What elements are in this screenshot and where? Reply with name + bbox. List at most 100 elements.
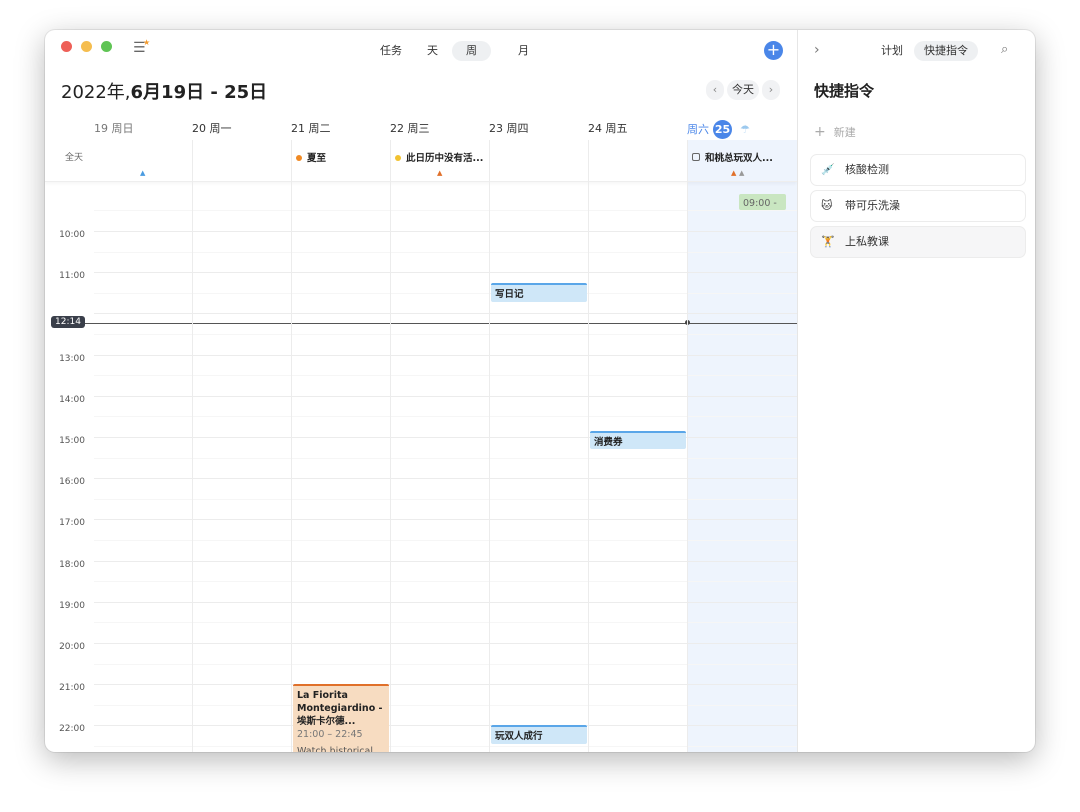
tab-view-1[interactable]: 天	[417, 41, 448, 61]
event-dot-icon	[395, 155, 401, 161]
hour-label: 20:00	[59, 642, 85, 652]
hour-line	[94, 437, 797, 438]
half-hour-line	[94, 457, 797, 459]
hour-line	[94, 231, 797, 232]
tab-view-3[interactable]: 月	[508, 41, 539, 61]
tab-view-2[interactable]: 周	[452, 41, 491, 61]
allday-divider: ▲ ▲ ▲ ▲	[45, 168, 797, 182]
day-header[interactable]: 23 周四	[489, 120, 529, 136]
date-range-title: 2022年,6月19日 - 25日	[61, 82, 268, 103]
hour-line	[94, 601, 797, 603]
tab-plan[interactable]: 计划	[871, 41, 913, 61]
new-shortcut-button[interactable]: + 新建	[814, 124, 856, 140]
allday-event-title: 和桃总玩双人...	[705, 153, 773, 164]
weightlifter-icon: 🏋	[821, 235, 835, 248]
day-header[interactable]: 周六 25 ☂	[687, 120, 750, 139]
event-title: 玩双人成行	[495, 731, 543, 743]
half-hour-line	[94, 746, 797, 747]
day-header[interactable]: 21 周二	[291, 120, 331, 136]
calendar-event[interactable]: La Fiorita Montegiardino - 埃斯卡尔德... 21:00…	[293, 684, 389, 752]
allday-event-title: 此日历中没有活...	[406, 153, 484, 164]
tab-shortcuts[interactable]: 快捷指令	[914, 41, 978, 61]
day-header[interactable]: 19 周日	[94, 120, 134, 136]
tab-view-0[interactable]: 任务	[370, 41, 412, 61]
event-note: Watch historical	[297, 746, 373, 752]
hour-label: 11:00	[59, 271, 85, 282]
event-time: 21:00 – 22:45	[297, 729, 363, 741]
hour-line	[94, 313, 797, 315]
half-hour-line	[94, 210, 797, 212]
hour-label: 18:00	[59, 559, 85, 570]
calendar-event[interactable]: 写日记	[491, 282, 587, 302]
event-title: 消费券	[594, 436, 623, 448]
allday-event[interactable]: 和桃总玩双人...	[692, 150, 773, 164]
day-label: 19 周日	[94, 122, 134, 135]
day-header[interactable]: 22 周三	[390, 120, 430, 136]
current-time-label: 12:14	[51, 315, 85, 328]
hour-line	[94, 725, 797, 727]
checkbox-icon[interactable]	[692, 153, 700, 161]
calendar-event[interactable]: 消费券	[590, 430, 686, 450]
shortcut-label: 上私教课	[845, 235, 889, 248]
day-header[interactable]: 20 周一	[192, 120, 232, 136]
day-label: 22 周三	[390, 122, 430, 135]
column-divider	[588, 140, 589, 752]
cat-icon: 🐱	[821, 199, 833, 212]
zoom-button[interactable]	[101, 41, 112, 52]
sidebar-menu-icon[interactable]: ☰ ★	[133, 38, 150, 56]
hour-label: 22:00	[59, 724, 85, 735]
allday-event-title: 夏至	[307, 153, 327, 164]
column-divider	[192, 140, 193, 752]
hour-label: 21:00	[59, 683, 85, 694]
shortcut-item[interactable]: 💉 核酸检测	[810, 154, 1026, 186]
allday-label: 全天	[65, 153, 84, 163]
event-title: La Fiorita Montegiardino - 埃斯卡尔德...	[297, 690, 383, 728]
shortcut-item[interactable]: 🐱 带可乐洗澡	[810, 190, 1026, 222]
hour-label: 19:00	[59, 600, 85, 611]
hour-line	[94, 684, 797, 686]
hour-line	[94, 395, 797, 397]
minimize-button[interactable]	[81, 41, 92, 52]
allday-event[interactable]: 夏至	[296, 150, 326, 164]
add-button[interactable]: +	[764, 41, 783, 60]
day-header[interactable]: 24 周五	[588, 120, 628, 136]
today-button[interactable]: 今天	[727, 80, 759, 100]
sidebar-title: 快捷指令	[814, 82, 875, 100]
hour-line	[94, 519, 797, 521]
hour-line	[94, 478, 797, 480]
next-week-button[interactable]: ›	[762, 80, 780, 100]
shortcut-item[interactable]: 🏋 上私教课	[810, 226, 1026, 258]
half-hour-line	[94, 416, 797, 418]
hour-line	[94, 643, 797, 644]
hour-line	[94, 560, 797, 562]
half-hour-line	[94, 663, 797, 665]
hour-line	[94, 272, 797, 274]
close-button[interactable]	[61, 41, 72, 52]
hour-label: 10:00	[59, 230, 85, 240]
day-label: 23 周四	[489, 122, 529, 135]
today-badge: 25	[713, 120, 732, 139]
day-label: 20 周一	[192, 122, 232, 135]
plus-icon: +	[814, 124, 826, 140]
allday-event[interactable]: 此日历中没有活...	[395, 150, 483, 164]
time-grid[interactable]: 10:00 11:00 13:00 14:00 15:00 16:00 17:00 18:00…	[45, 183, 797, 752]
shortcut-label: 带可乐洗澡	[845, 199, 900, 212]
half-hour-line	[94, 581, 797, 583]
collapse-sidebar-icon[interactable]: ›	[814, 42, 820, 58]
day-label: 周六	[687, 123, 709, 136]
shortcuts-sidebar: › 计划 快捷指令 ⌕ 快捷指令 + 新建 💉 核酸检测 🐱 带可乐洗澡 🏋 上私教课	[797, 30, 1035, 752]
half-hour-line	[94, 704, 797, 706]
shortcut-label: 核酸检测	[845, 163, 889, 176]
day-label: 21 周二	[291, 122, 331, 135]
calendar-event[interactable]: 09:00 -	[739, 193, 786, 211]
column-divider	[390, 140, 391, 752]
search-icon[interactable]: ⌕	[1001, 42, 1008, 57]
hour-label: 15:00	[59, 436, 85, 446]
half-hour-line	[94, 334, 797, 335]
weather-icon: ☂	[740, 123, 750, 136]
calendar-event[interactable]: 玩双人成行	[491, 725, 587, 744]
prev-week-button[interactable]: ‹	[706, 80, 724, 100]
event-title: 09:00 -	[743, 197, 777, 209]
hour-label: 17:00	[59, 518, 85, 529]
hour-label: 14:00	[59, 394, 85, 405]
